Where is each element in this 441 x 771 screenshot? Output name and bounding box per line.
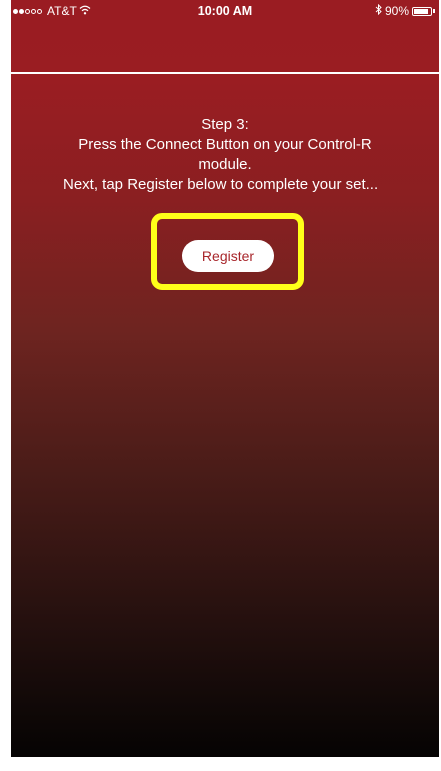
instruction-line: module. xyxy=(198,156,252,173)
bluetooth-icon xyxy=(375,3,382,18)
battery-icon xyxy=(412,6,432,16)
app-screen: AT&T 10:00 AM 90% Step 3: Press the Conn… xyxy=(11,0,439,757)
status-right: 90% xyxy=(375,3,435,18)
battery-percent: 90% xyxy=(384,4,409,18)
battery-tip xyxy=(433,9,435,13)
instruction-line: Press the Connect Button on your Control… xyxy=(78,136,372,153)
register-button[interactable]: Register xyxy=(182,240,274,272)
step-title: Step 3: xyxy=(201,116,249,133)
battery-fill xyxy=(414,8,429,14)
instruction-line-truncated: Next, tap Register below to complete you… xyxy=(63,176,379,193)
status-bar: AT&T 10:00 AM 90% xyxy=(11,0,439,22)
navigation-bar xyxy=(11,22,439,72)
setup-instructions: Step 3: Press the Connect Button on your… xyxy=(11,115,439,195)
nav-divider xyxy=(11,72,439,74)
screenshot-frame: AT&T 10:00 AM 90% Step 3: Press the Conn… xyxy=(0,0,441,771)
